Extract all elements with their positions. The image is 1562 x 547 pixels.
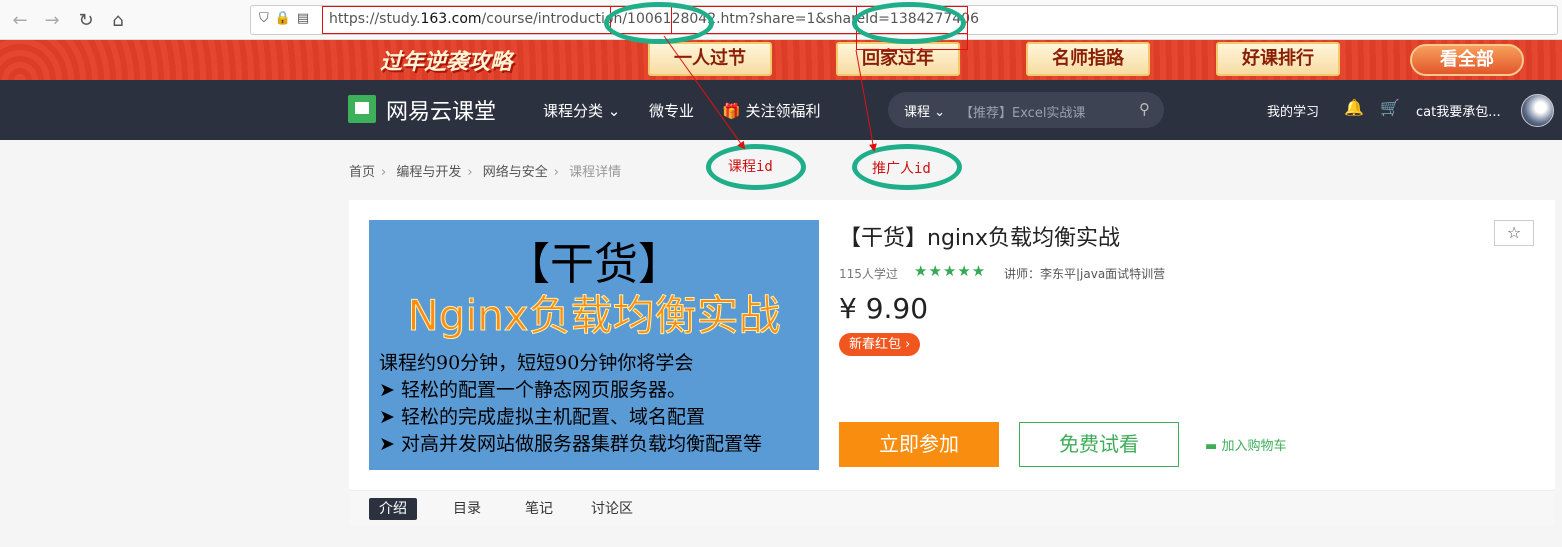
bell-icon[interactable]: 🔔: [1344, 98, 1364, 117]
add-to-cart-button[interactable]: ▬ 加入购物车: [1205, 435, 1286, 454]
promo-view-all-button[interactable]: 看全部: [1410, 44, 1524, 76]
join-now-button[interactable]: 立即参加: [839, 422, 999, 467]
search-icon[interactable]: ⚲: [1139, 100, 1150, 118]
chevron-right-icon: ›: [467, 165, 473, 180]
promoter-id-ellipse: [852, 2, 966, 44]
forward-arrow-icon[interactable]: →: [40, 8, 64, 32]
username[interactable]: cat我要承包...: [1416, 101, 1501, 120]
chevron-right-icon: ›: [553, 165, 559, 180]
reload-icon[interactable]: ↻: [74, 8, 98, 32]
cover-subtitle: Nginx负载均衡实战: [407, 291, 781, 341]
nav-course-category[interactable]: 课程分类 ⌄: [543, 100, 620, 121]
course-id-ellipse: [604, 2, 714, 44]
search-category-label: 课程: [904, 105, 931, 120]
search-box[interactable]: 课程 ⌄ 【推荐】Excel实战课 ⚲: [888, 92, 1164, 128]
nav-welfare[interactable]: 🎁 关注领福利: [722, 100, 820, 121]
url-domain: 163.com: [420, 11, 482, 27]
search-input[interactable]: 【推荐】Excel实战课: [960, 102, 1085, 121]
browser-toolbar: ← → ↻ ⌂ ⛉🔒▤ https://study.163.com/course…: [0, 0, 1562, 40]
back-arrow-icon[interactable]: ←: [8, 8, 32, 32]
breadcrumb-network-security[interactable]: 网络与安全: [483, 165, 548, 180]
nav-micro-major[interactable]: 微专业: [649, 100, 694, 121]
cover-lines: 课程约90分钟，短短90分钟你将学会 ➤ 轻松的配置一个静态网页服务器。 ➤ 轻…: [379, 350, 762, 458]
course-title: 【干货】nginx负载均衡实战: [839, 226, 1120, 251]
logo-icon[interactable]: [348, 95, 376, 123]
site-name[interactable]: 网易云课堂: [386, 94, 496, 126]
gift-icon: 🎁: [722, 102, 741, 120]
tab-catalog[interactable]: 目录: [443, 498, 491, 520]
promo-banner: 过年逆袭攻略 一人过节 回家过年 名师指路 好课排行 看全部: [0, 40, 1562, 80]
cover-line: ➤ 对高并发网站做服务器集群负载均衡配置等: [379, 433, 762, 455]
cover-line: ➤ 轻松的配置一个静态网页服务器。: [379, 379, 686, 401]
rating-stars-icon: ★★★★★: [914, 262, 987, 280]
cover-line: 课程约90分钟，短短90分钟你将学会: [379, 352, 694, 374]
avatar[interactable]: [1521, 94, 1554, 127]
learner-count: 115人学过: [839, 267, 898, 281]
site-header: 网易云课堂 课程分类 ⌄ 微专业 🎁 关注领福利 课程 ⌄ 【推荐】Excel实…: [0, 80, 1562, 140]
course-cover-image: 【干货】 Nginx负载均衡实战 课程约90分钟，短短90分钟你将学会 ➤ 轻松…: [369, 220, 819, 470]
add-to-cart-label: 加入购物车: [1221, 439, 1287, 454]
search-category-select[interactable]: 课程 ⌄: [904, 101, 945, 120]
breadcrumb-home[interactable]: 首页: [349, 165, 375, 180]
home-icon[interactable]: ⌂: [106, 8, 130, 32]
promo-tab-1[interactable]: 一人过节: [648, 42, 772, 76]
promoter-id-label: 推广人id: [872, 161, 931, 177]
nav-course-category-label: 课程分类: [543, 102, 604, 120]
cart-icon: ▬: [1205, 439, 1218, 454]
breadcrumb-programming[interactable]: 编程与开发: [396, 165, 461, 180]
course-tabs: 介绍 目录 笔记 讨论区: [349, 490, 1555, 525]
breadcrumb: 首页 › 编程与开发 › 网络与安全 › 课程详情: [349, 161, 627, 180]
teacher-link[interactable]: 讲师：李东平|java面试特训营: [1004, 265, 1165, 282]
chevron-down-icon: ⌄: [607, 102, 621, 120]
course-price: ¥ 9.90: [839, 292, 929, 325]
tab-discussion[interactable]: 讨论区: [581, 498, 643, 520]
promo-tab-4[interactable]: 好课排行: [1216, 42, 1340, 76]
security-lock-icon: ⛉🔒▤: [259, 11, 316, 26]
promo-tab-3[interactable]: 名师指路: [1026, 42, 1150, 76]
tab-intro[interactable]: 介绍: [369, 498, 417, 520]
cover-line: ➤ 轻松的完成虚拟主机配置、域名配置: [379, 406, 705, 428]
url-prefix: https://study.: [329, 11, 421, 27]
promo-logo[interactable]: 过年逆袭攻略: [380, 44, 512, 76]
tab-notes[interactable]: 笔记: [515, 498, 563, 520]
nav-welfare-label: 关注领福利: [745, 102, 821, 120]
cart-icon[interactable]: 🛒: [1380, 98, 1400, 117]
free-trial-button[interactable]: 免费试看: [1019, 422, 1179, 467]
course-id-label: 课程id: [728, 159, 773, 175]
my-learning-link[interactable]: 我的学习: [1267, 101, 1319, 120]
course-card: 【干货】 Nginx负载均衡实战 课程约90分钟，短短90分钟你将学会 ➤ 轻松…: [349, 200, 1555, 525]
red-packet-badge[interactable]: 新春红包 ›: [839, 333, 921, 356]
favorite-star-icon[interactable]: ☆: [1494, 220, 1534, 246]
chevron-right-icon: ›: [381, 165, 387, 180]
breadcrumb-current: 课程详情: [569, 165, 622, 180]
